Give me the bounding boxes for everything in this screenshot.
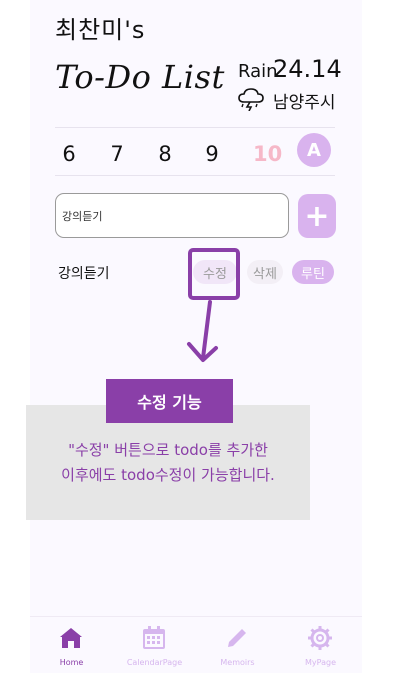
arrow-down-icon xyxy=(187,300,218,362)
add-todo-button[interactable]: + xyxy=(298,194,336,238)
calendar-icon xyxy=(143,626,165,649)
nav-item-mypage[interactable]: MyPage xyxy=(279,617,362,673)
nav-label: MyPage xyxy=(304,658,336,667)
annotation-line: "수정" 버튼으로 todo를 추가한 xyxy=(68,441,268,459)
avatar-button[interactable]: A xyxy=(297,133,331,167)
nav-item-home[interactable]: Home xyxy=(30,617,113,673)
nav-label: CalendarPage xyxy=(126,658,183,667)
annotation-title: 수정 기능 xyxy=(106,379,233,423)
weather-city: 남양주시 xyxy=(273,93,336,113)
date-item[interactable]: 7 xyxy=(105,142,129,166)
date-item[interactable]: 8 xyxy=(153,142,177,166)
todo-input[interactable] xyxy=(55,193,289,238)
date-item[interactable]: 6 xyxy=(57,142,81,166)
divider xyxy=(55,127,335,128)
page-title: To-Do List xyxy=(55,58,225,96)
bottom-nav: Home CalendarPage Memoirs MyPage xyxy=(30,616,362,673)
delete-button[interactable]: 삭제 xyxy=(247,260,283,284)
pencil-icon xyxy=(228,629,246,647)
home-icon xyxy=(60,628,82,648)
username: 최찬미's xyxy=(55,16,146,44)
nav-item-memoirs[interactable]: Memoirs xyxy=(196,617,279,673)
divider xyxy=(55,175,335,176)
date-item[interactable]: 9 xyxy=(200,142,224,166)
plus-icon: + xyxy=(304,198,330,234)
edit-highlight-box xyxy=(188,248,240,300)
routine-button[interactable]: 루틴 xyxy=(292,260,334,284)
todo-item-text: 강의듣기 xyxy=(58,266,110,282)
date-item-today[interactable]: 10 xyxy=(253,142,282,166)
weather-condition: Rain xyxy=(238,61,278,82)
gear-icon xyxy=(308,626,332,650)
nav-label: Home xyxy=(59,658,84,667)
nav-label: Memoirs xyxy=(220,658,255,667)
nav-item-calendar[interactable]: CalendarPage xyxy=(113,617,196,673)
weather-temperature: 24.14 xyxy=(273,55,342,83)
annotation-line: 이후에도 todo수정이 가능합니다. xyxy=(61,466,275,484)
thunderstorm-cloud-icon xyxy=(238,88,264,111)
